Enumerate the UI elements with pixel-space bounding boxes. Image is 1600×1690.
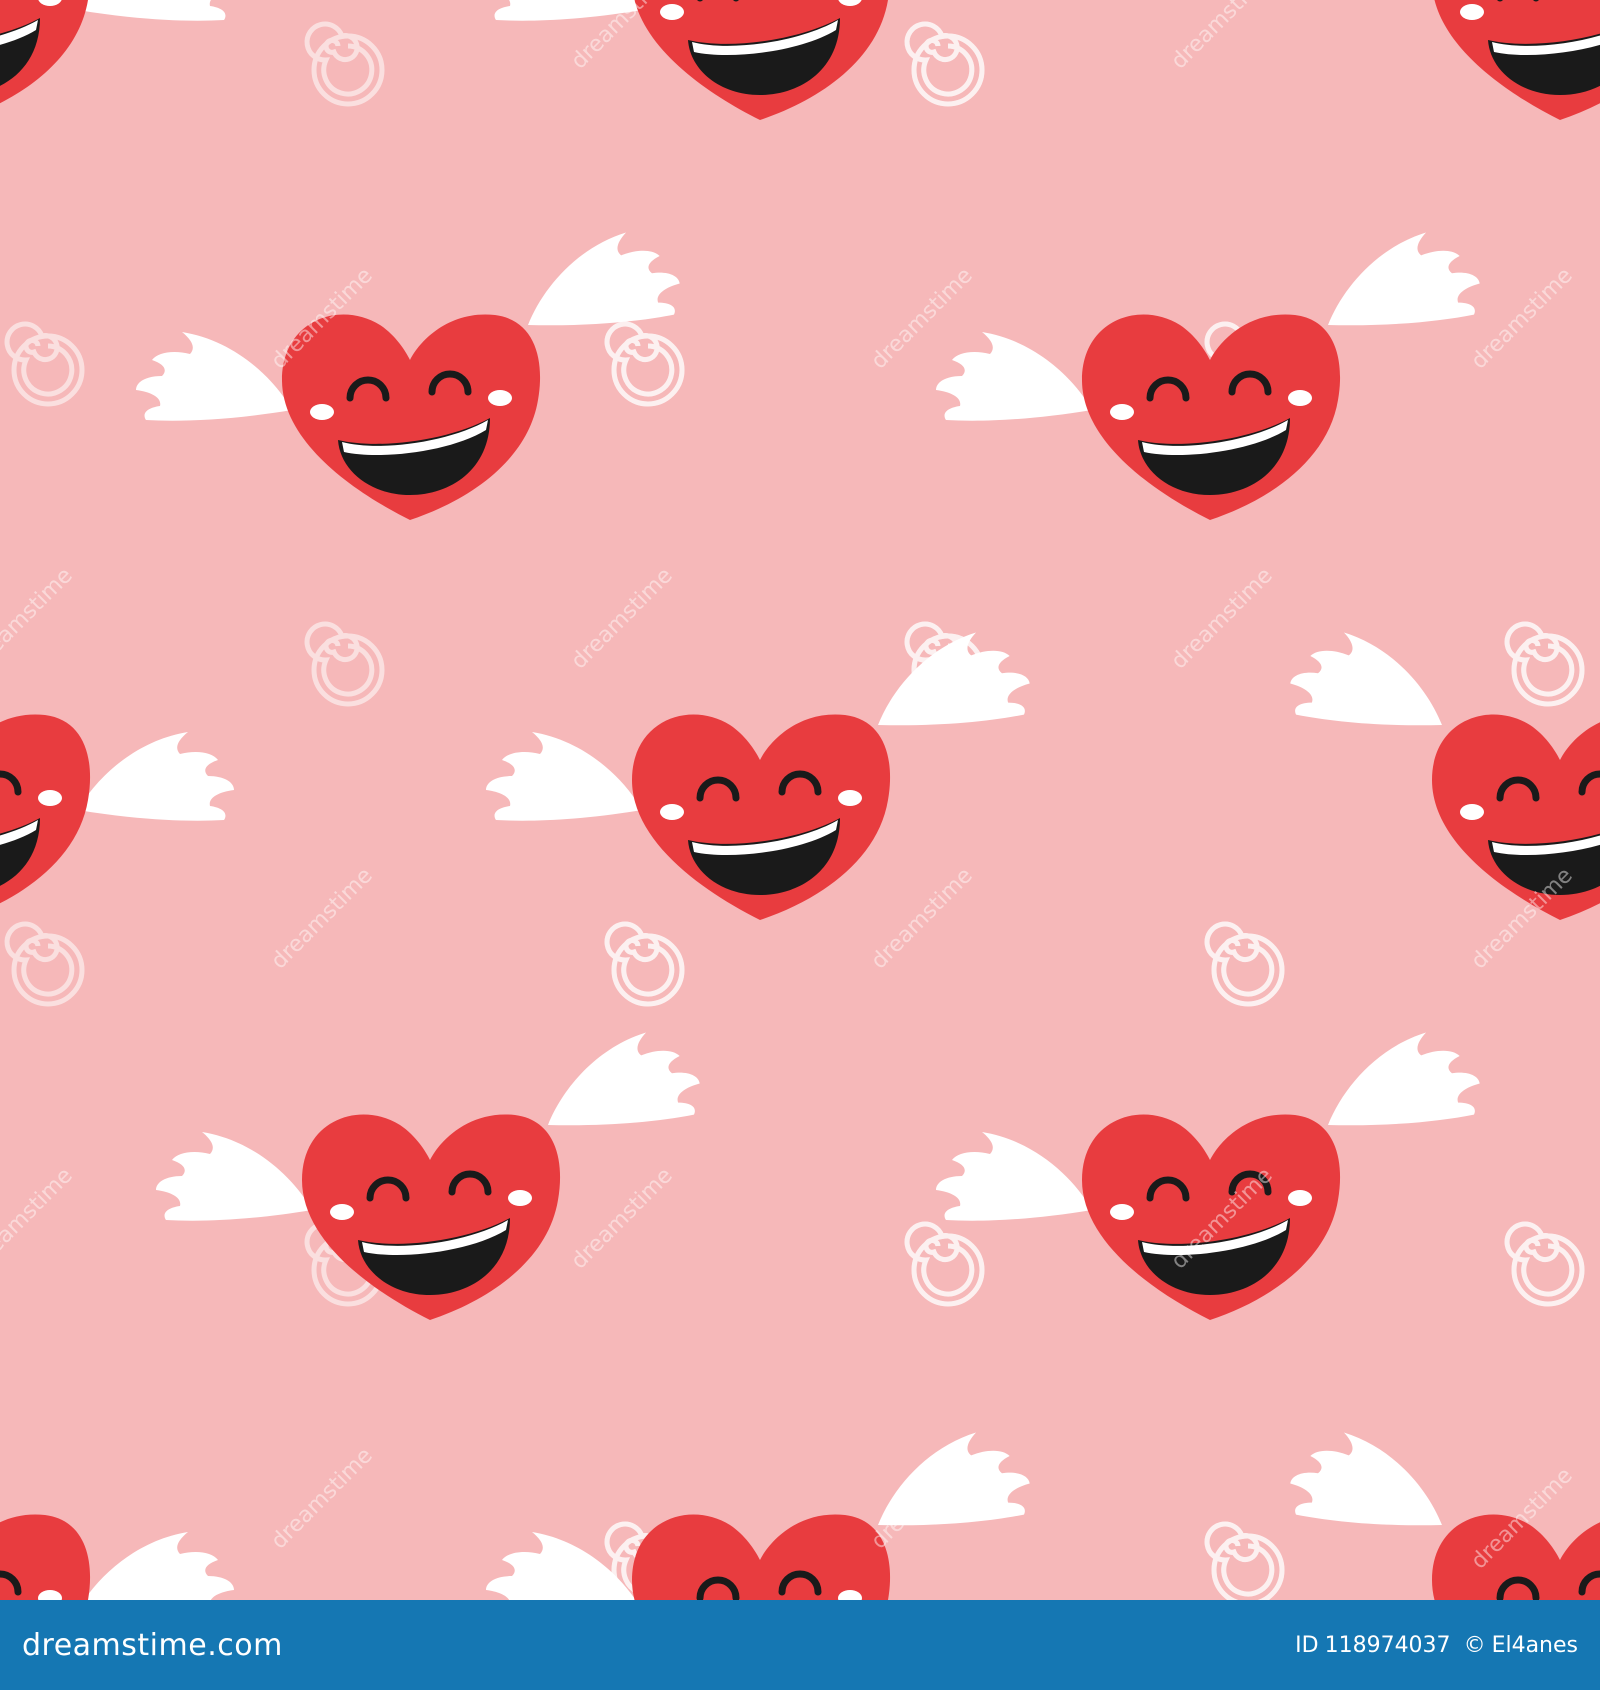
wing-left [78,732,234,821]
watermark-text: dreamstime [567,1163,678,1274]
watermark-spiral-icon [607,324,682,404]
watermark-spiral-icon [907,24,982,104]
watermark-spiral-icon [1207,1524,1282,1600]
watermark-text: dreamstime [0,563,78,674]
winged-heart [1286,1426,1600,1600]
heart-body [0,1514,91,1600]
brand-logo-text[interactable]: dreamstime.com [22,1628,283,1663]
wing-right [1317,1026,1484,1136]
watermark-spiral-icon [1207,924,1282,1004]
wing-right [1286,1426,1453,1536]
watermark-text: dreamstime [1167,563,1278,674]
winged-heart [136,226,684,520]
watermark-text: dreamstime [1467,263,1578,374]
watermark-text: dreamstime [867,863,978,974]
blush-left [1460,804,1484,820]
id-value: 118974037 [1324,1632,1451,1658]
watermark-spiral-icon [1507,624,1582,704]
winged-heart [936,226,1484,520]
watermark-spiral-icon [7,924,82,1004]
blush-left [1460,4,1484,20]
wing-left [936,332,1092,421]
image-credit: ID 118974037 © El4anes [1289,1633,1578,1658]
winged-heart [0,0,234,104]
wing-left [936,1132,1092,1221]
watermark-spiral-icon [907,1224,982,1304]
blush-left [330,1204,354,1220]
blush-left [660,804,684,820]
blush-left [1110,404,1134,420]
winged-heart [936,1026,1484,1320]
watermark-text: dreamstime [567,563,678,674]
footer-bar: dreamstime.com ID 118974037 © El4anes [0,1600,1600,1690]
watermark-text: dreamstime [1167,0,1278,74]
heart-body [0,714,91,904]
wing-left [486,732,642,821]
watermark-spiral-icon [307,24,382,104]
wing-right [517,226,684,336]
blush-right [488,390,512,406]
wing-left [78,0,234,21]
wing-right [537,1026,704,1136]
blush-right [838,790,862,806]
blush-right [38,790,62,806]
blush-left [660,4,684,20]
watermark-text: dreamstime [267,863,378,974]
pattern-canvas: dreamstime dreamstime dreamstime dreamstime… [0,0,1600,1600]
blush-left [310,404,334,420]
watermark-text: dreamstime [267,1443,378,1554]
wing-left [136,332,292,421]
wing-left [78,1532,234,1600]
author-name[interactable]: El4anes [1492,1633,1578,1658]
heart-pattern: dreamstime dreamstime dreamstime dreamstime… [0,0,1600,1600]
wing-right [1286,626,1453,736]
copyright-symbol: © [1463,1632,1486,1658]
wing-right [1317,226,1484,336]
wing-left [156,1132,312,1221]
winged-heart [0,1514,234,1600]
blush-left [1110,1204,1134,1220]
blush-right [508,1190,532,1206]
blush-right [1288,1190,1312,1206]
winged-heart [156,1026,704,1320]
watermark-spiral-icon [7,324,82,404]
blush-right [1288,390,1312,406]
id-label: ID [1295,1632,1319,1658]
wing-left [486,1532,642,1600]
winged-heart [1434,0,1600,120]
watermark-spiral-icon [307,624,382,704]
winged-heart [0,714,234,904]
wing-right [867,626,1034,736]
watermark-text: dreamstime [0,1163,78,1274]
heart-body [632,1514,891,1600]
watermark-spiral-icon [607,924,682,1004]
watermark-spiral-icon [1507,1224,1582,1304]
